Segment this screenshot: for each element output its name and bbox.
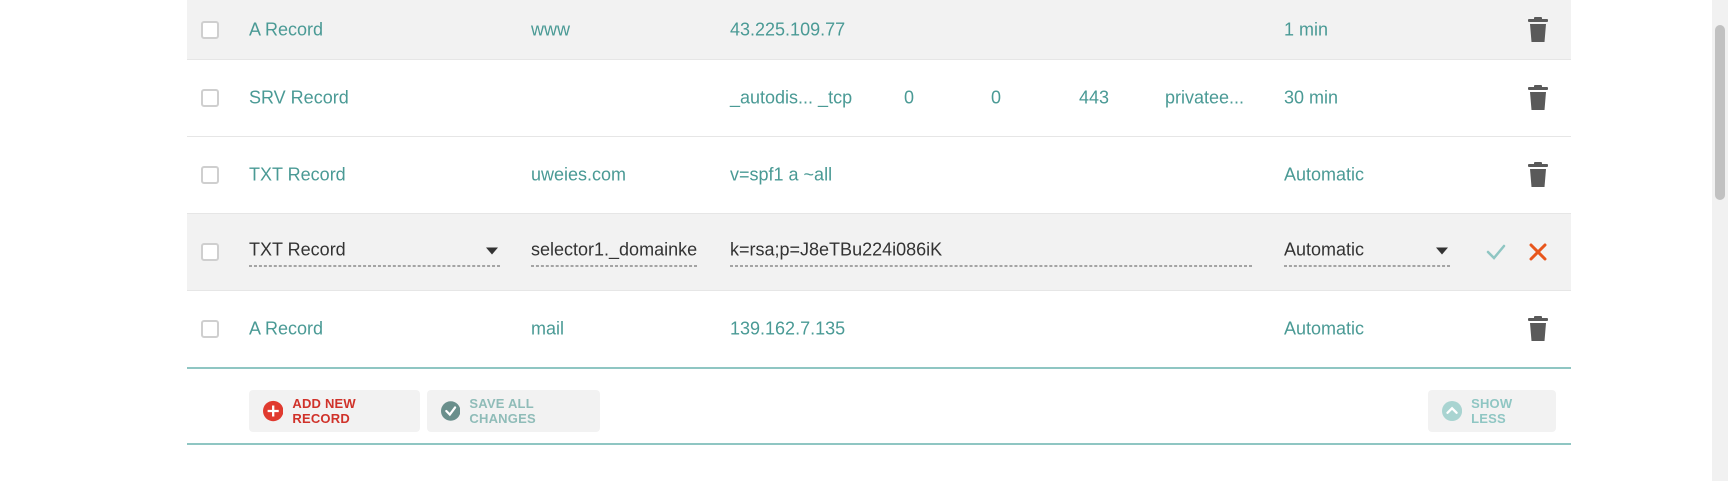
chevron-up-circle-icon — [1442, 400, 1463, 422]
record-value-text: k=rsa;p=J8eTBu224i086iK — [730, 239, 943, 260]
record-target: privatee... — [1165, 87, 1245, 108]
record-value: v=spf1 a ~all — [730, 164, 833, 185]
table-row: A Record www 43.225.109.77 1 min — [187, 0, 1571, 60]
record-type: TXT Record — [249, 164, 346, 185]
row-checkbox[interactable] — [201, 89, 219, 107]
record-type: A Record — [249, 318, 324, 339]
save-all-changes-button[interactable]: SAVE ALL CHANGES — [427, 390, 600, 432]
record-value: 139.162.7.135 — [730, 318, 846, 339]
record-weight: 0 — [991, 87, 1002, 108]
table-row-editing: TXT Record selector1._domainke k=rsa;p=J… — [187, 214, 1571, 291]
record-type: SRV Record — [249, 87, 349, 108]
caret-down-icon — [486, 247, 498, 255]
record-value: 43.225.109.77 — [730, 19, 846, 39]
record-host: www — [531, 19, 570, 39]
row-checkbox[interactable] — [201, 20, 219, 39]
record-priority: 0 — [904, 87, 915, 108]
record-ttl: Automatic — [1284, 164, 1365, 185]
record-type-select[interactable]: TXT Record — [249, 238, 500, 267]
trash-icon[interactable] — [1527, 85, 1549, 111]
record-ttl-value: Automatic — [1284, 239, 1365, 260]
record-type: A Record — [249, 19, 324, 39]
record-port: 443 — [1079, 87, 1110, 108]
record-value-input[interactable]: k=rsa;p=J8eTBu224i086iK — [730, 238, 1252, 267]
row-checkbox[interactable] — [201, 243, 219, 261]
record-service: _autodis... _tcp — [730, 87, 853, 108]
trash-icon[interactable] — [1527, 316, 1549, 342]
show-less-button[interactable]: SHOW LESS — [1428, 390, 1556, 432]
dns-records-table: A Record www 43.225.109.77 1 min SRV Rec… — [187, 0, 1571, 369]
record-host: uweies.com — [531, 164, 627, 185]
record-ttl-select[interactable]: Automatic — [1284, 238, 1450, 267]
record-ttl: 30 min — [1284, 87, 1339, 108]
plus-circle-icon — [263, 400, 284, 422]
check-circle-icon — [441, 401, 461, 421]
trash-icon[interactable] — [1527, 16, 1549, 43]
records-footer: ADD NEW RECORD SAVE ALL CHANGES SHOW LES… — [187, 367, 1571, 445]
save-all-changes-label: SAVE ALL CHANGES — [469, 396, 536, 426]
vertical-scrollbar[interactable] — [1712, 0, 1728, 481]
record-ttl: 1 min — [1284, 19, 1329, 39]
scrollbar-thumb[interactable] — [1715, 25, 1725, 200]
table-row: TXT Record uweies.com v=spf1 a ~all Auto… — [187, 137, 1571, 214]
table-row: SRV Record _autodis... _tcp 0 0 443 priv… — [187, 60, 1571, 137]
add-new-record-label: ADD NEW RECORD — [292, 396, 356, 426]
caret-down-icon — [1436, 247, 1448, 255]
close-icon[interactable] — [1527, 241, 1549, 263]
row-checkbox[interactable] — [201, 320, 219, 338]
show-less-label: SHOW LESS — [1471, 396, 1513, 426]
check-icon[interactable] — [1485, 241, 1507, 263]
row-checkbox[interactable] — [201, 166, 219, 184]
table-row: A Record mail 139.162.7.135 Automatic — [187, 291, 1571, 369]
trash-icon[interactable] — [1527, 162, 1549, 188]
record-host-value: selector1._domainke — [531, 239, 697, 260]
record-ttl: Automatic — [1284, 318, 1365, 339]
record-host-input[interactable]: selector1._domainke — [531, 238, 697, 267]
add-new-record-button[interactable]: ADD NEW RECORD — [249, 390, 420, 432]
record-host: mail — [531, 318, 565, 339]
record-type-value: TXT Record — [249, 239, 346, 260]
